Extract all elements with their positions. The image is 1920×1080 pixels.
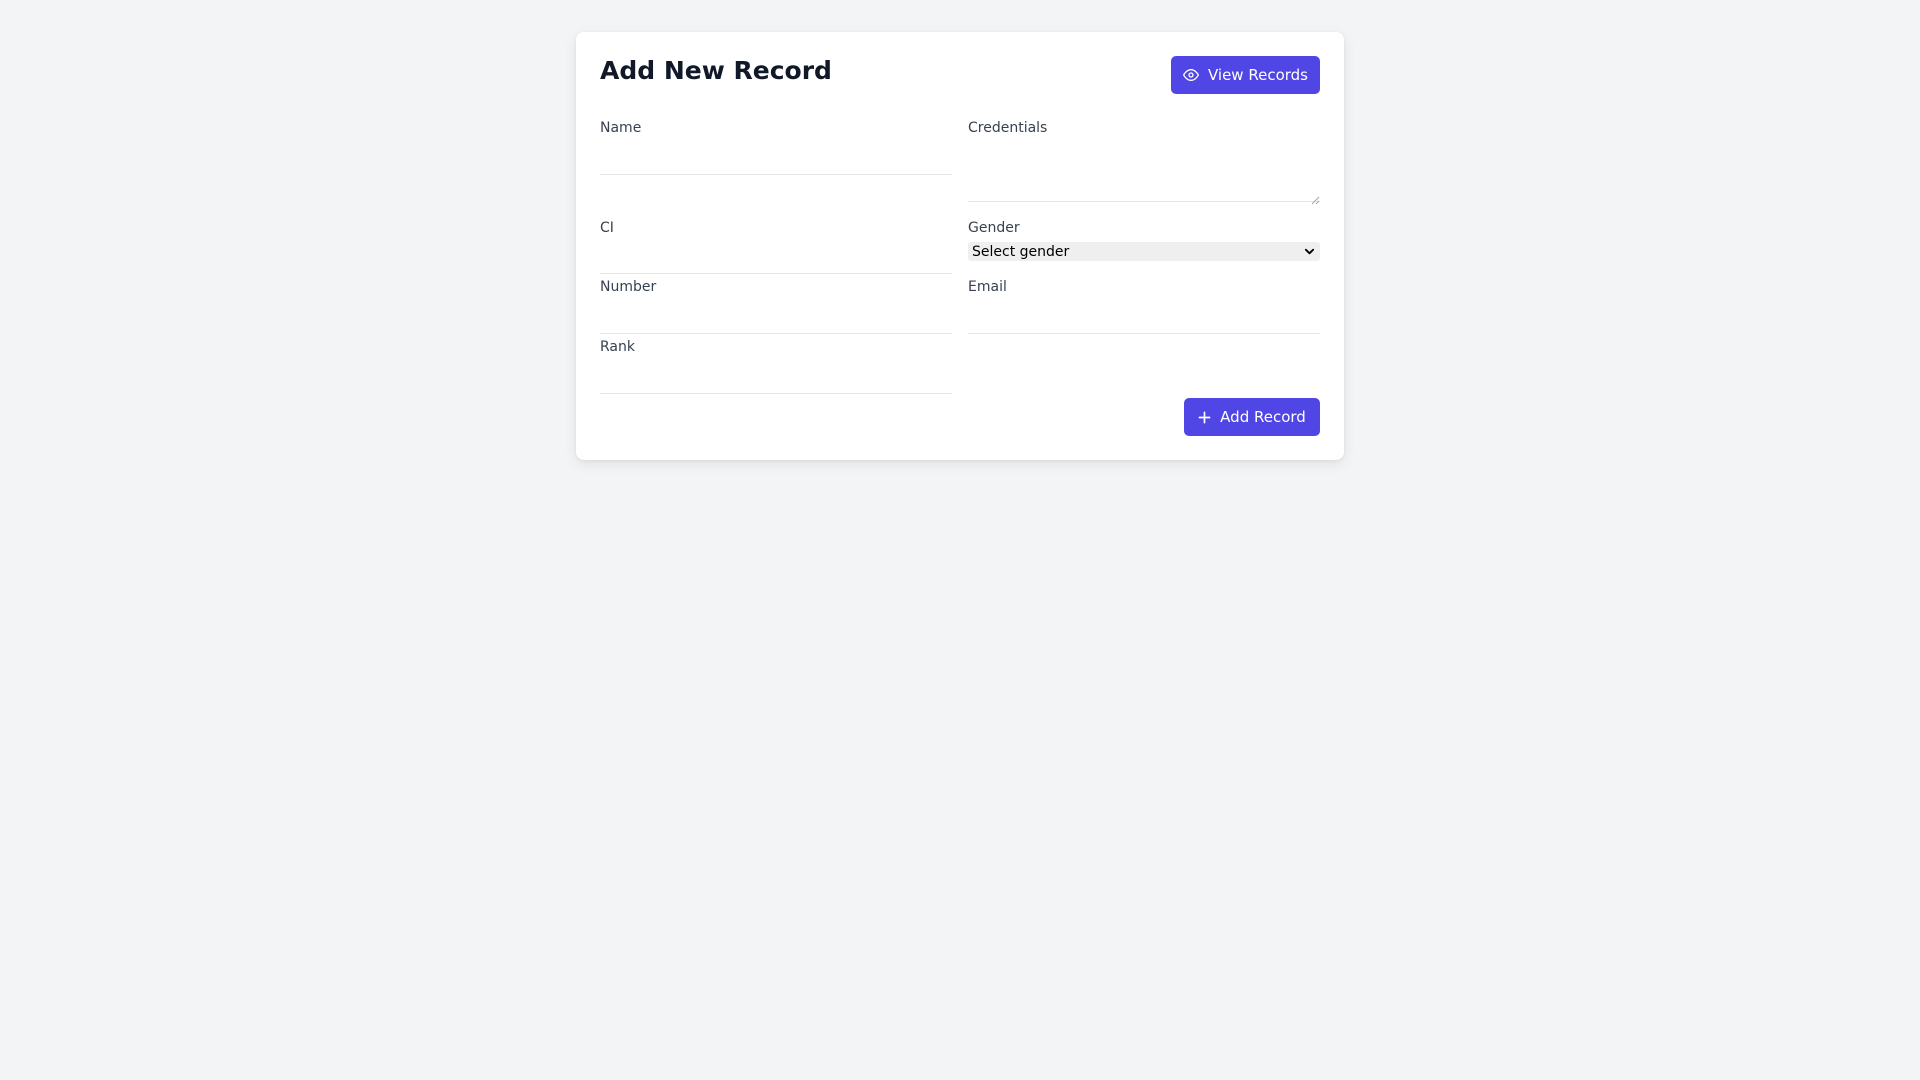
name-label: Name — [600, 120, 642, 136]
ci-input[interactable] — [600, 244, 952, 274]
view-records-button[interactable]: View Records — [1171, 56, 1320, 94]
rank-input[interactable] — [600, 364, 952, 394]
gender-select-value: Select gender — [972, 243, 1070, 260]
number-label: Number — [600, 279, 657, 295]
credentials-label: Credentials — [968, 120, 1048, 136]
ci-label: CI — [600, 220, 614, 236]
eye-icon — [1182, 67, 1199, 83]
number-input[interactable] — [600, 304, 952, 334]
resize-grip-icon[interactable] — [1311, 190, 1320, 205]
credentials-textarea[interactable] — [968, 152, 1320, 201]
add-record-card: Add New Record View Records Name Credent… — [576, 32, 1344, 460]
credentials-textarea-wrap — [968, 152, 1320, 205]
add-record-label: Add Record — [1220, 408, 1306, 426]
gender-label: Gender — [968, 220, 1020, 236]
name-input[interactable] — [600, 145, 952, 175]
chevron-down-icon — [1304, 242, 1315, 261]
page-title: Add New Record — [600, 56, 832, 85]
email-input[interactable] — [968, 304, 1320, 334]
plus-icon — [1198, 411, 1211, 424]
email-label: Email — [968, 279, 1007, 295]
rank-label: Rank — [600, 339, 635, 355]
view-records-label: View Records — [1207, 66, 1308, 84]
gender-select[interactable]: Select gender — [968, 242, 1320, 261]
add-record-button[interactable]: Add Record — [1184, 398, 1320, 436]
